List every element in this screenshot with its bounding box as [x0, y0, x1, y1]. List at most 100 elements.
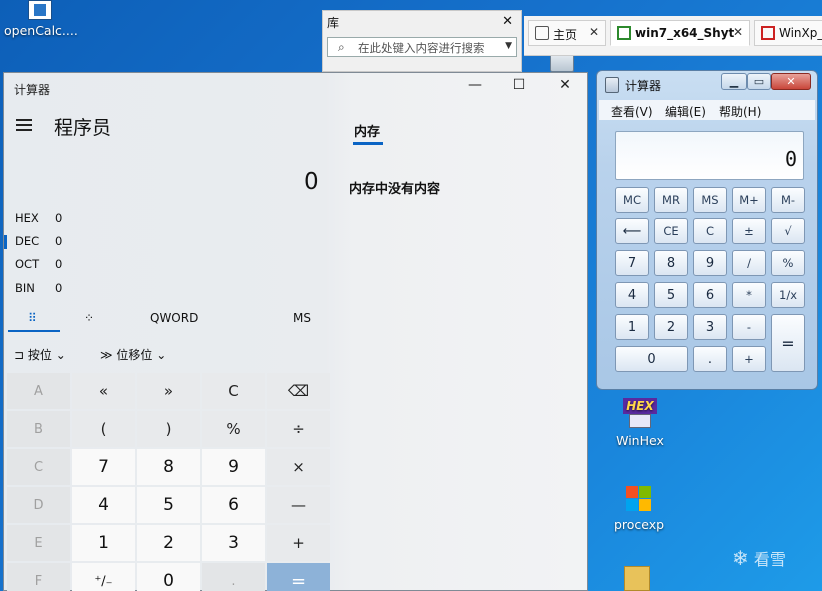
close-button[interactable]: ✕	[771, 73, 811, 90]
key-right-shift[interactable]: »	[137, 373, 200, 409]
menu-edit[interactable]: 编辑(E)	[665, 103, 706, 120]
desktop-icon-winhex[interactable]: HEX WinHex	[608, 398, 672, 448]
key-ce[interactable]: CE	[654, 218, 688, 244]
word-size-button[interactable]: QWORD	[150, 311, 198, 325]
library-search-input[interactable]: ⌕ 在此处键入内容进行搜索 ▼	[327, 37, 517, 57]
key-1[interactable]: 1	[615, 314, 649, 340]
key-e[interactable]: E	[7, 525, 70, 561]
key-multiply[interactable]: *	[732, 282, 766, 308]
library-close-button[interactable]: ✕	[502, 14, 513, 29]
base-dec[interactable]: DEC 0	[15, 234, 62, 248]
key-divide[interactable]: /	[732, 250, 766, 276]
backspace-icon[interactable]: ⟵	[615, 218, 649, 244]
key-7[interactable]: 7	[615, 250, 649, 276]
key-equals[interactable]: =	[771, 314, 805, 372]
key-open-paren[interactable]: (	[72, 411, 135, 447]
tab-memory[interactable]: 内存	[354, 121, 380, 140]
tab-win7[interactable]: win7_x64_Shyt ✕	[610, 20, 750, 46]
key-sqrt[interactable]: √	[771, 218, 805, 244]
selected-base-indicator	[4, 235, 7, 249]
display-value: 0	[784, 147, 797, 171]
full-keypad-icon[interactable]: ⠿	[28, 311, 37, 325]
win10-calculator-window: 计算器 — ☐ ✕ 程序员 内存 0 内存中没有内容 HEX 0 DEC 0 O…	[3, 72, 588, 591]
bitshift-dropdown[interactable]: ≫ 位移位 ⌄	[100, 346, 166, 363]
key-negate[interactable]: ⁺∕₋	[72, 563, 135, 591]
key-7[interactable]: 7	[72, 449, 135, 485]
key-percent[interactable]: %	[771, 250, 805, 276]
key-d[interactable]: D	[7, 487, 70, 523]
key-equals[interactable]: =	[267, 563, 330, 591]
chevron-down-icon[interactable]: ▼	[505, 41, 512, 51]
maximize-button[interactable]: ▭	[747, 73, 771, 90]
key-f[interactable]: F	[7, 563, 70, 591]
key-3[interactable]: 3	[202, 525, 265, 561]
folder-icon[interactable]	[624, 566, 650, 591]
minimize-button[interactable]: —	[460, 77, 490, 93]
key-c[interactable]: C	[693, 218, 727, 244]
key-clear[interactable]: C	[202, 373, 265, 409]
base-hex[interactable]: HEX 0	[15, 211, 62, 225]
key-9[interactable]: 9	[202, 449, 265, 485]
key-4[interactable]: 4	[615, 282, 649, 308]
key-percent[interactable]: %	[202, 411, 265, 447]
key-ms[interactable]: MS	[693, 187, 727, 213]
key-5[interactable]: 5	[137, 487, 200, 523]
key-left-shift[interactable]: «	[72, 373, 135, 409]
key-0[interactable]: 0	[615, 346, 688, 372]
desktop-icon-procexp[interactable]: procexp	[606, 484, 672, 532]
key-2[interactable]: 2	[137, 525, 200, 561]
key-add[interactable]: +	[267, 525, 330, 561]
key-multiply[interactable]: ×	[267, 449, 330, 485]
base-value: 0	[55, 257, 63, 271]
key-6[interactable]: 6	[693, 282, 727, 308]
menu-view[interactable]: 查看(V)	[611, 103, 653, 120]
minimize-button[interactable]: ▁	[721, 73, 747, 90]
key-add[interactable]: +	[732, 346, 766, 372]
key-3[interactable]: 3	[693, 314, 727, 340]
key-reciprocal[interactable]: 1/x	[771, 282, 805, 308]
close-button[interactable]: ✕	[550, 77, 580, 93]
library-title: 库	[327, 16, 340, 30]
key-0[interactable]: 0	[137, 563, 200, 591]
close-icon[interactable]: ✕	[589, 25, 599, 39]
keypad: A « » C ⌫ B ( ) % ÷ C 7 8 9 × D 4 5 6 — …	[7, 373, 334, 591]
bit-toggle-keypad-icon[interactable]: ⁘	[84, 311, 94, 325]
key-b[interactable]: B	[7, 411, 70, 447]
desktop-icon-opencalc[interactable]: openCalc....	[4, 0, 78, 38]
key-2[interactable]: 2	[654, 314, 688, 340]
maximize-button[interactable]: ☐	[504, 77, 534, 93]
base-label: BIN	[15, 281, 35, 295]
menu-help[interactable]: 帮助(H)	[719, 103, 761, 120]
key-subtract[interactable]: —	[267, 487, 330, 523]
key-5[interactable]: 5	[654, 282, 688, 308]
key-8[interactable]: 8	[654, 250, 688, 276]
base-bin[interactable]: BIN 0	[15, 281, 62, 295]
key-a[interactable]: A	[7, 373, 70, 409]
key-c-hex[interactable]: C	[7, 449, 70, 485]
key-8[interactable]: 8	[137, 449, 200, 485]
key-mplus[interactable]: M+	[732, 187, 766, 213]
key-decimal[interactable]: .	[202, 563, 265, 591]
close-icon[interactable]: ✕	[733, 25, 743, 39]
library-window: 库 ✕ ⌕ 在此处键入内容进行搜索 ▼	[322, 10, 522, 72]
key-divide[interactable]: ÷	[267, 411, 330, 447]
key-4[interactable]: 4	[72, 487, 135, 523]
key-1[interactable]: 1	[72, 525, 135, 561]
backspace-icon[interactable]: ⌫	[267, 373, 330, 409]
bitwise-dropdown[interactable]: ⊐ 按位 ⌄	[14, 346, 66, 363]
tab-winxp[interactable]: WinXp_52	[754, 20, 822, 46]
base-oct[interactable]: OCT 0	[15, 257, 62, 271]
key-6[interactable]: 6	[202, 487, 265, 523]
key-9[interactable]: 9	[693, 250, 727, 276]
memory-store-button[interactable]: MS	[293, 311, 311, 325]
key-subtract[interactable]: -	[732, 314, 766, 340]
key-mr[interactable]: MR	[654, 187, 688, 213]
hamburger-menu-icon[interactable]	[16, 119, 32, 131]
tab-home[interactable]: 主页 ✕	[528, 20, 606, 46]
key-mc[interactable]: MC	[615, 187, 649, 213]
key-plus-minus[interactable]: ±	[732, 218, 766, 244]
home-icon	[535, 26, 549, 40]
key-mminus[interactable]: M-	[771, 187, 805, 213]
key-close-paren[interactable]: )	[137, 411, 200, 447]
key-decimal[interactable]: .	[693, 346, 727, 372]
